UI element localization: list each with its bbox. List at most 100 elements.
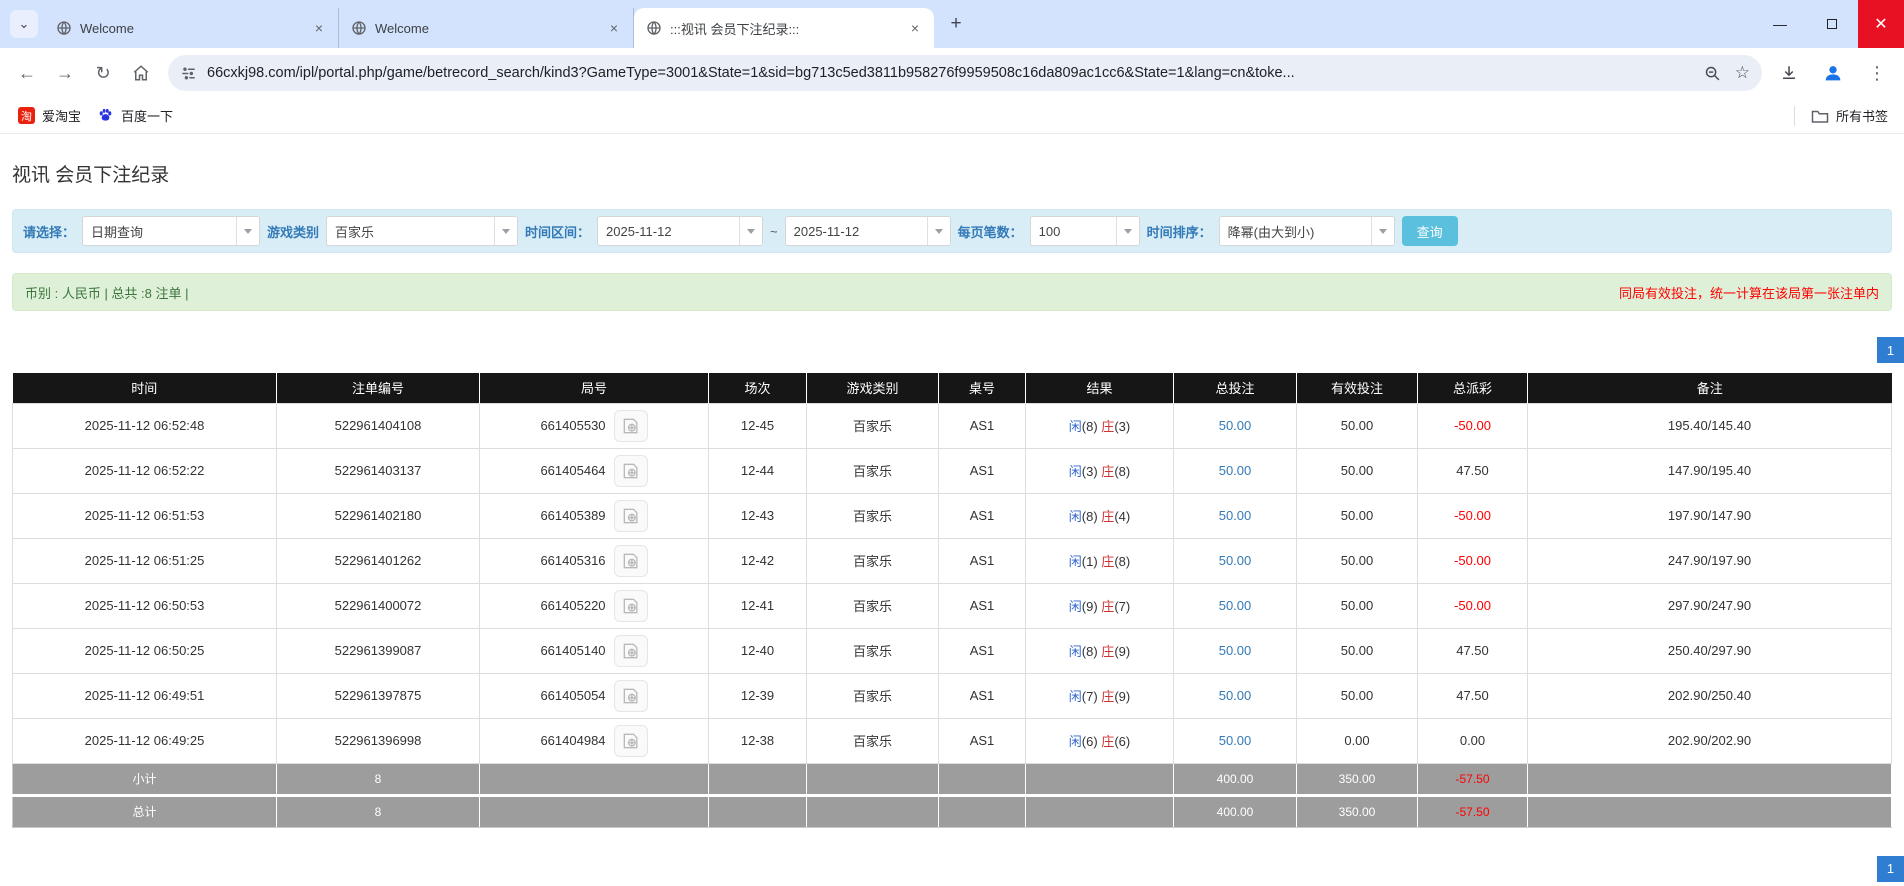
date-to-value: 2025-11-12 <box>793 223 860 239</box>
video-replay-button[interactable] <box>613 544 648 577</box>
url-text[interactable]: 66cxkj98.com/ipl/portal.php/game/betreco… <box>207 65 1694 81</box>
date-from-input[interactable]: 2025-11-12 <box>597 216 764 246</box>
query-type-select[interactable]: 日期查询 <box>82 216 261 246</box>
column-header: 局号 <box>479 373 709 403</box>
video-replay-button[interactable] <box>613 679 648 712</box>
cell-result: 闲(8) 庄(9) <box>1025 627 1174 674</box>
cell-total-bet[interactable]: 50.00 <box>1173 492 1297 539</box>
notice-text: 同局有效投注，统一计算在该局第一张注单内 <box>1618 285 1879 301</box>
cell-game: 百家乐 <box>806 627 939 674</box>
foot-label: 总计 <box>12 794 277 828</box>
filter-bar: 请选择： 日期查询 游戏类别 百家乐 时间区间： 2025-11-12 ~ 20… <box>12 209 1892 253</box>
browser-tab-1[interactable]: Welcome × <box>44 8 339 48</box>
cell-result: 闲(3) 庄(8) <box>1025 447 1174 494</box>
maximize-button[interactable] <box>1806 0 1858 48</box>
cell-valid-bet: 50.00 <box>1296 672 1418 719</box>
cell-total-bet[interactable]: 50.00 <box>1173 717 1297 764</box>
sort-select[interactable]: 降幂(由大到小) <box>1218 216 1395 246</box>
cell-valid-bet: 50.00 <box>1296 537 1418 584</box>
bookmark-baidu[interactable]: 百度一下 <box>89 102 181 129</box>
video-replay-button[interactable] <box>613 724 648 757</box>
search-button[interactable]: 查询 <box>1401 216 1458 246</box>
video-replay-button[interactable] <box>613 589 648 622</box>
game-type-select[interactable]: 百家乐 <box>326 216 519 246</box>
minimize-button[interactable]: — <box>1754 0 1806 48</box>
cell-total-bet[interactable]: 50.00 <box>1173 672 1297 719</box>
back-icon[interactable]: ← <box>10 56 44 90</box>
chevron-down-icon[interactable] <box>1115 217 1139 245</box>
site-info-icon[interactable] <box>180 65 197 82</box>
cell-total-bet[interactable]: 50.00 <box>1173 627 1297 674</box>
video-replay-button[interactable] <box>613 634 648 667</box>
all-bookmarks-button[interactable]: 所有书签 <box>1805 102 1894 129</box>
tab-title: Welcome <box>375 20 429 36</box>
cell-session: 12-40 <box>708 627 807 674</box>
cell-result: 闲(9) 庄(7) <box>1025 582 1174 629</box>
cell-session: 12-38 <box>708 717 807 764</box>
table-row: 2025-11-12 06:49:51 522961397875 661405054… <box>12 672 1892 719</box>
tab-close-icon[interactable]: × <box>310 19 328 37</box>
video-replay-icon <box>623 688 638 703</box>
cell-table-no: AS1 <box>938 717 1026 764</box>
cell-time: 2025-11-12 06:49:51 <box>12 672 277 719</box>
page-size-select[interactable]: 100 <box>1029 216 1140 246</box>
downloads-icon[interactable] <box>1772 56 1806 90</box>
browser-tab-2[interactable]: Welcome × <box>339 8 634 48</box>
cell-total-bet[interactable]: 50.00 <box>1173 447 1297 494</box>
video-replay-button[interactable] <box>613 499 648 532</box>
folder-icon <box>1811 108 1829 124</box>
baidu-favicon <box>97 107 114 124</box>
chevron-down-icon[interactable] <box>494 217 518 245</box>
close-button[interactable]: ✕ <box>1858 0 1904 48</box>
address-bar[interactable]: 66cxkj98.com/ipl/portal.php/game/betreco… <box>168 55 1762 91</box>
cell-time: 2025-11-12 06:49:25 <box>12 717 277 764</box>
new-tab-button[interactable]: + <box>942 10 970 38</box>
video-replay-button[interactable] <box>613 454 648 487</box>
tab-title: Welcome <box>80 20 134 36</box>
table-row: 2025-11-12 06:52:48 522961404108 661405530… <box>12 402 1892 449</box>
cell-valid-bet: 50.00 <box>1296 447 1418 494</box>
zoom-icon[interactable] <box>1704 65 1721 82</box>
video-replay-button[interactable] <box>613 409 648 442</box>
tab-close-icon[interactable]: × <box>906 19 924 37</box>
cell-total-bet[interactable]: 50.00 <box>1173 537 1297 584</box>
tab-close-icon[interactable]: × <box>605 19 623 37</box>
total-row: 总计 8 400.00 350.00 -57.50 <box>12 794 1892 828</box>
cell-payout: -50.00 <box>1417 492 1528 539</box>
menu-kebab-icon[interactable]: ⋮ <box>1860 56 1894 90</box>
home-icon[interactable] <box>124 56 158 90</box>
cell-total-bet[interactable]: 50.00 <box>1173 402 1297 449</box>
profile-avatar-icon[interactable] <box>1816 56 1850 90</box>
tab-search-chevron-icon[interactable]: ⌄ <box>10 10 38 38</box>
foot-valid-bet: 350.00 <box>1296 762 1418 797</box>
forward-icon[interactable]: → <box>48 56 82 90</box>
bookmark-aitaobao[interactable]: 淘 爱淘宝 <box>10 102 89 129</box>
cell-remark: 297.90/247.90 <box>1527 582 1892 629</box>
chevron-down-icon[interactable] <box>739 217 763 245</box>
cell-time: 2025-11-12 06:51:53 <box>12 492 277 539</box>
cell-time: 2025-11-12 06:52:48 <box>12 402 277 449</box>
pagination-page-1-top[interactable]: 1 <box>1877 337 1904 363</box>
cell-table-no: AS1 <box>938 582 1026 629</box>
cell-game: 百家乐 <box>806 582 939 629</box>
cell-valid-bet: 0.00 <box>1296 717 1418 764</box>
query-type-value: 日期查询 <box>91 224 144 240</box>
browser-tab-3[interactable]: :::视讯 会员下注纪录::: × <box>634 8 934 48</box>
cell-table-no: AS1 <box>938 492 1026 539</box>
cell-game: 百家乐 <box>806 402 939 449</box>
date-to-input[interactable]: 2025-11-12 <box>784 216 951 246</box>
reload-icon[interactable]: ↻ <box>86 56 120 90</box>
chevron-down-icon[interactable] <box>926 217 950 245</box>
page-size-label: 每页笔数： <box>957 224 1023 240</box>
chevron-down-icon[interactable] <box>1370 217 1394 245</box>
cell-bet-id: 522961401262 <box>276 537 480 584</box>
cell-remark: 197.90/147.90 <box>1527 492 1892 539</box>
cell-total-bet[interactable]: 50.00 <box>1173 582 1297 629</box>
browser-toolbar: ← → ↻ 66cxkj98.com/ipl/portal.php/game/b… <box>0 48 1904 98</box>
pagination-page-1-bottom[interactable]: 1 <box>1877 855 1904 882</box>
bookmark-star-icon[interactable]: ☆ <box>1735 63 1750 83</box>
column-header: 场次 <box>708 373 807 403</box>
chevron-down-icon[interactable] <box>236 217 260 245</box>
column-header: 游戏类别 <box>806 373 939 403</box>
cell-session: 12-41 <box>708 582 807 629</box>
